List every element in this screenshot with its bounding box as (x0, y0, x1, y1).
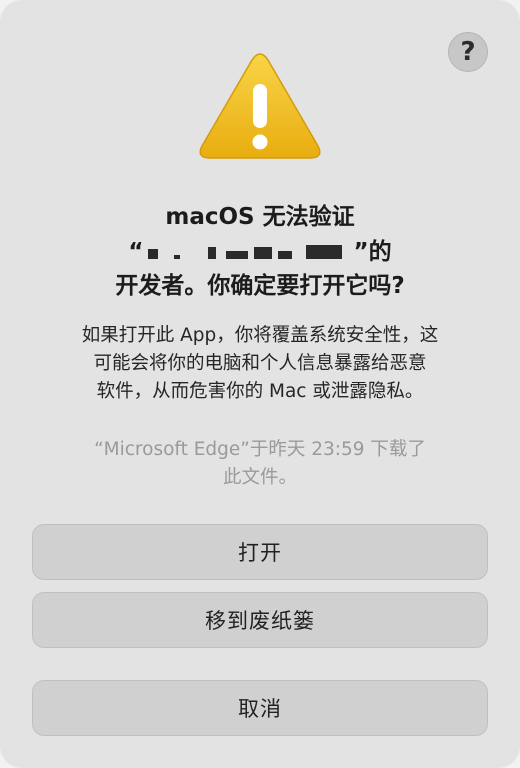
title-line-1: macOS 无法验证 (165, 204, 355, 230)
title-line-2: “ ”的 (40, 234, 480, 269)
redacted-app-name (146, 241, 352, 263)
help-button[interactable]: ? (448, 32, 488, 72)
title-quote-close: ”的 (353, 238, 392, 265)
warning-message-line: 如果打开此 App，你将覆盖系统安全性，这 (81, 325, 439, 346)
download-info-line: “Microsoft Edge”于昨天 23:59 下载了 (94, 439, 426, 460)
open-button[interactable]: 打开 (32, 524, 488, 580)
warning-message: 如果打开此 App，你将覆盖系统安全性，这 可能会将你的电脑和个人信息暴露给恶意… (34, 322, 486, 406)
security-alert-dialog: ? macOS 无法验证 “ ”的 开发者。你确定要打开它吗? 如果打开此 Ap… (0, 0, 520, 768)
download-info: “Microsoft Edge”于昨天 23:59 下载了 此文件。 (40, 436, 480, 492)
warning-message-line: 可能会将你的电脑和个人信息暴露给恶意 (93, 353, 427, 374)
question-mark-icon: ? (460, 37, 476, 67)
app-name: “ ”的 (128, 235, 391, 269)
warning-message-line: 软件，从而危害你的 Mac 或泄露隐私。 (96, 381, 424, 402)
title-line-3: 开发者。你确定要打开它吗? (115, 272, 405, 299)
warning-triangle-icon (199, 53, 321, 159)
title-quote-open: “ (128, 238, 144, 265)
download-info-line: 此文件。 (222, 467, 297, 488)
cancel-button[interactable]: 取消 (32, 680, 488, 736)
move-to-trash-button[interactable]: 移到废纸篓 (32, 592, 488, 648)
dialog-title: macOS 无法验证 “ ”的 开发者。你确定要打开它吗? (40, 200, 480, 303)
